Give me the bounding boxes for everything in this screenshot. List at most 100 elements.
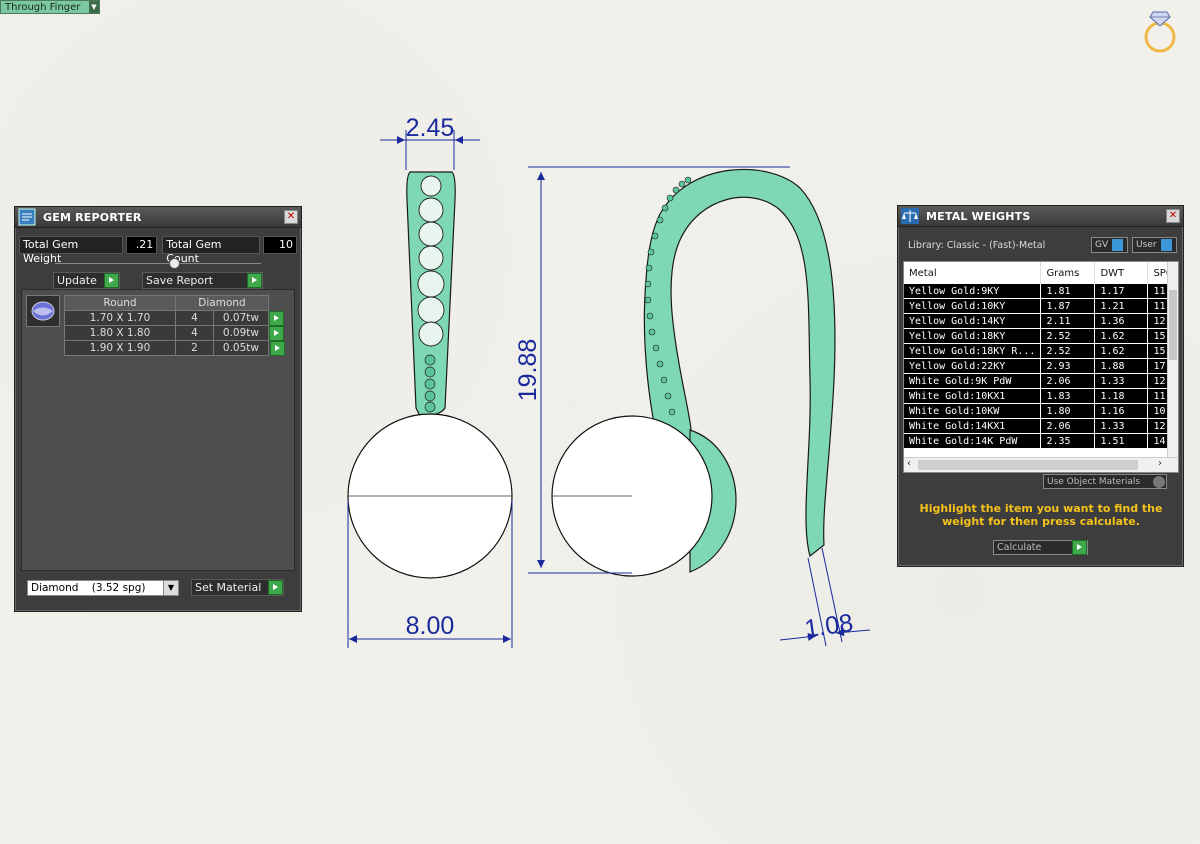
metal-grams: 2.06 xyxy=(1040,418,1096,434)
gem-row[interactable]: 1.80 X 1.80 4 0.09tw xyxy=(64,325,285,341)
metal-dwt: 1.62 xyxy=(1094,328,1149,344)
play-icon xyxy=(268,580,283,595)
ring-icon[interactable] xyxy=(1140,4,1180,54)
chevron-left-icon[interactable]: ‹ xyxy=(907,458,911,469)
metal-grams: 2.52 xyxy=(1040,343,1096,359)
metal-name: Yellow Gold:9KY xyxy=(904,284,1042,299)
metal-dwt: 1.33 xyxy=(1094,418,1149,434)
metal-grams: 1.81 xyxy=(1040,284,1096,299)
chevron-down-icon[interactable]: ▼ xyxy=(89,1,99,13)
metal-name: Yellow Gold:14KY xyxy=(904,313,1042,329)
radio-icon xyxy=(1153,475,1165,488)
gem-size: 1.70 X 1.70 xyxy=(64,310,176,326)
gem-reporter-titlebar[interactable]: GEM REPORTER ✕ xyxy=(15,207,301,228)
calculate-button[interactable]: Calculate xyxy=(993,540,1088,555)
metal-dwt: 1.62 xyxy=(1094,343,1149,359)
view-mode-dropdown[interactable]: Through Finger ▼ xyxy=(0,0,100,14)
toggle-icon xyxy=(1112,239,1124,251)
grams-header[interactable]: Grams xyxy=(1040,262,1096,284)
metal-row[interactable]: Yellow Gold:18KY R...2.521.6215.41 xyxy=(904,343,1178,359)
metal-row[interactable]: White Gold:10KW1.801.1610.99 xyxy=(904,403,1178,419)
metal-row[interactable]: White Gold:14KX12.061.3312.61 xyxy=(904,418,1178,434)
total-gem-count-value: 10 xyxy=(263,236,297,254)
set-material-button[interactable]: Set Material xyxy=(191,579,284,596)
gem-row[interactable]: 1.90 X 1.90 2 0.05tw xyxy=(64,340,285,356)
metal-grams: 2.93 xyxy=(1040,358,1096,374)
play-icon xyxy=(104,273,119,288)
gem-count: 4 xyxy=(175,310,214,326)
vertical-scrollbar[interactable] xyxy=(1167,262,1178,458)
metal-row[interactable]: Yellow Gold:18KY2.521.6215.41 xyxy=(904,328,1178,344)
use-object-materials-toggle[interactable]: Use Object Materials xyxy=(1043,474,1167,489)
metal-name: Yellow Gold:18KY R... xyxy=(904,343,1042,359)
metal-header[interactable]: Metal xyxy=(904,262,1042,284)
metal-dwt: 1.16 xyxy=(1094,403,1149,419)
metal-row[interactable]: Yellow Gold:10KY1.871.2111.45 xyxy=(904,298,1178,314)
close-icon[interactable]: ✕ xyxy=(1166,209,1180,223)
metal-row[interactable]: White Gold:9K PdW2.061.3312.59 xyxy=(904,373,1178,389)
metal-name: White Gold:10KX1 xyxy=(904,388,1042,404)
select-gem-icon[interactable] xyxy=(269,310,284,326)
user-toggle[interactable]: User xyxy=(1132,237,1177,253)
metal-weights-title: METAL WEIGHTS xyxy=(926,209,1031,223)
gem-row[interactable]: 1.70 X 1.70 4 0.07tw xyxy=(64,310,285,326)
update-button-label: Update xyxy=(57,274,97,287)
total-gem-count-label: Total Gem Count xyxy=(162,236,261,265)
gem-tw: 0.09tw xyxy=(212,325,270,341)
close-icon[interactable]: ✕ xyxy=(284,210,298,224)
metal-grams: 1.80 xyxy=(1040,403,1096,419)
metal-grams: 2.52 xyxy=(1040,328,1096,344)
metal-grams: 2.11 xyxy=(1040,313,1096,329)
metal-table-container[interactable]: Metal Grams DWT SPG Yellow Gold:9KY 1.81 1… xyxy=(903,261,1179,473)
gv-label: GV xyxy=(1095,240,1109,250)
dwt-header[interactable]: DWT xyxy=(1094,262,1149,284)
gem-size: 1.80 X 1.80 xyxy=(64,325,176,341)
metal-name: Yellow Gold:18KY xyxy=(904,328,1042,344)
metal-table: Metal Grams DWT SPG Yellow Gold:9KY 1.81 1… xyxy=(904,262,1178,449)
dim-height: 19.88 xyxy=(514,339,542,402)
metal-dwt: 1.17 xyxy=(1094,284,1149,299)
metal-row[interactable]: Yellow Gold:14KY2.111.3612.88 xyxy=(904,313,1178,329)
toggle-icon xyxy=(1160,239,1172,251)
material-select-value: Diamond (3.52 spg) xyxy=(31,581,146,594)
round-diamond-icon[interactable] xyxy=(26,295,60,327)
gem-count: 4 xyxy=(175,325,214,341)
total-gem-weight-value: .21 xyxy=(125,236,158,254)
splitter-handle-icon[interactable] xyxy=(169,258,180,269)
gem-shape-header: Round xyxy=(64,295,176,311)
gem-reporter-panel: GEM REPORTER ✕ Total Gem Weight .21 Tota… xyxy=(14,206,302,612)
metal-grams: 2.06 xyxy=(1040,373,1096,389)
metal-row[interactable]: Yellow Gold:9KY1.811.1711.08 xyxy=(904,284,1178,299)
panel-splitter[interactable] xyxy=(55,258,261,269)
gem-size: 1.90 X 1.90 xyxy=(64,340,176,356)
play-icon xyxy=(1072,540,1087,555)
chevron-right-icon[interactable]: › xyxy=(1158,458,1162,469)
material-select[interactable]: Diamond (3.52 spg) ▼ xyxy=(27,579,179,596)
metal-weights-titlebar[interactable]: METAL WEIGHTS ✕ xyxy=(898,206,1183,227)
dim-top-width: 2.45 xyxy=(406,114,455,142)
metal-dwt: 1.51 xyxy=(1094,433,1149,449)
metal-dwt: 1.18 xyxy=(1094,388,1149,404)
dim-pearl-width: 8.00 xyxy=(406,612,455,640)
save-report-label: Save Report xyxy=(146,274,213,287)
metal-dwt: 1.88 xyxy=(1094,358,1149,374)
use-object-materials-label: Use Object Materials xyxy=(1047,476,1141,487)
gem-reporter-title: GEM REPORTER xyxy=(43,210,142,224)
select-gem-icon[interactable] xyxy=(269,340,285,356)
metal-name: White Gold:14K PdW xyxy=(904,433,1042,449)
chevron-down-icon[interactable]: ▼ xyxy=(163,580,178,595)
metal-row[interactable]: White Gold:14K PdW2.351.5114.37 xyxy=(904,433,1178,449)
select-gem-icon[interactable] xyxy=(269,325,284,341)
horizontal-scrollbar[interactable]: ‹ › xyxy=(904,457,1178,472)
gem-material-header: Diamond xyxy=(175,295,269,311)
save-report-button[interactable]: Save Report xyxy=(142,272,263,289)
side-view xyxy=(551,168,836,577)
metal-row[interactable]: White Gold:10KX11.831.1811.18 xyxy=(904,388,1178,404)
metal-name: Yellow Gold:10KY xyxy=(904,298,1042,314)
dim-wire: 1.08 xyxy=(803,609,855,644)
gv-toggle[interactable]: GV xyxy=(1091,237,1128,253)
update-button[interactable]: Update xyxy=(53,272,120,289)
user-label: User xyxy=(1136,240,1157,250)
gem-tw: 0.05tw xyxy=(212,340,270,356)
metal-row[interactable]: Yellow Gold:22KY2.931.8817.89 xyxy=(904,358,1178,374)
